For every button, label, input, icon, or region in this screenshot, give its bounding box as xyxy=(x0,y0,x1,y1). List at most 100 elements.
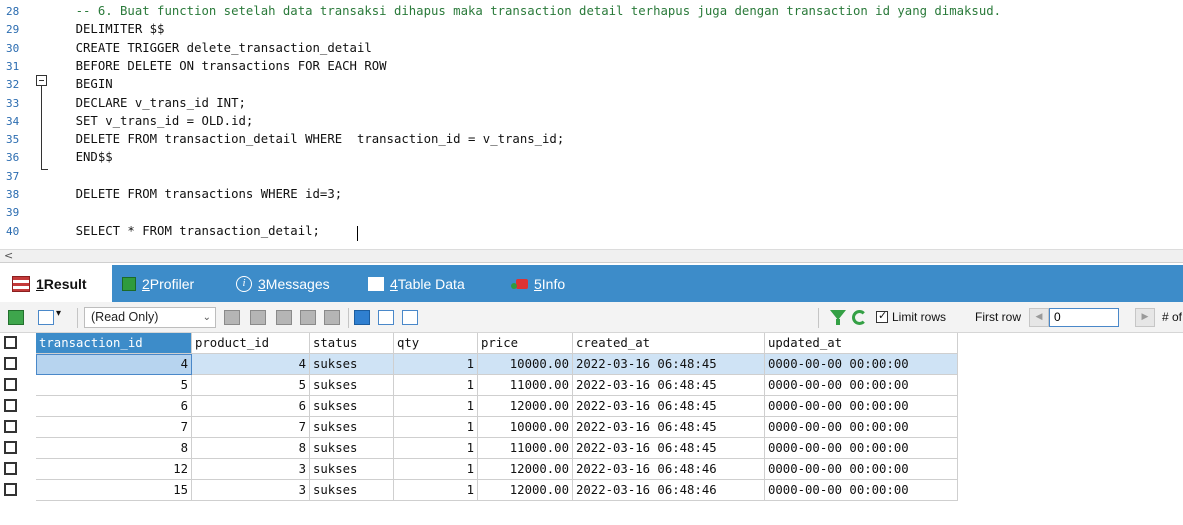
cell-price[interactable]: 11000.00 xyxy=(478,438,573,459)
row-checkbox[interactable] xyxy=(4,462,17,475)
cell-status[interactable]: sukses xyxy=(310,417,394,438)
column-header-product-id[interactable]: product_id xyxy=(192,333,310,354)
cell-status[interactable]: sukses xyxy=(310,375,394,396)
editor-line[interactable]: 32 BEGIN xyxy=(0,76,1183,94)
cell-qty[interactable]: 1 xyxy=(394,459,478,480)
column-header-qty[interactable]: qty xyxy=(394,333,478,354)
editor-line[interactable]: 39 xyxy=(0,204,1183,222)
editor-horizontal-scrollbar[interactable]: < xyxy=(0,249,1183,263)
cell-updated-at[interactable]: 0000-00-00 00:00:00 xyxy=(765,396,958,417)
cell-transaction-id[interactable]: 8 xyxy=(36,438,192,459)
cell-status[interactable]: sukses xyxy=(310,438,394,459)
cell-qty[interactable]: 1 xyxy=(394,438,478,459)
row-checkbox[interactable] xyxy=(4,399,17,412)
cell-status[interactable]: sukses xyxy=(310,480,394,501)
cell-price[interactable]: 12000.00 xyxy=(478,480,573,501)
select-all-checkbox[interactable] xyxy=(4,336,17,349)
cell-price[interactable]: 12000.00 xyxy=(478,396,573,417)
result-mode-select[interactable]: (Read Only) ⌄ xyxy=(84,307,216,328)
first-row-input[interactable]: 0 xyxy=(1049,308,1119,327)
tab-profiler[interactable]: 2 Profiler xyxy=(122,265,194,302)
row-checkbox[interactable] xyxy=(4,378,17,391)
cell-created-at[interactable]: 2022-03-16 06:48:45 xyxy=(573,396,765,417)
cell-qty[interactable]: 1 xyxy=(394,396,478,417)
cell-updated-at[interactable]: 0000-00-00 00:00:00 xyxy=(765,459,958,480)
editor-line[interactable]: 38 DELETE FROM transactions WHERE id=3; xyxy=(0,186,1183,204)
cell-transaction-id[interactable]: 15 xyxy=(36,480,192,501)
cell-product-id[interactable]: 3 xyxy=(192,459,310,480)
cell-price[interactable]: 12000.00 xyxy=(478,459,573,480)
cell-product-id[interactable]: 4 xyxy=(192,354,310,375)
cell-qty[interactable]: 1 xyxy=(394,480,478,501)
row-checkbox[interactable] xyxy=(4,441,17,454)
cell-product-id[interactable]: 7 xyxy=(192,417,310,438)
cell-created-at[interactable]: 2022-03-16 06:48:45 xyxy=(573,375,765,396)
limit-rows-checkbox[interactable] xyxy=(876,309,888,323)
cell-qty[interactable]: 1 xyxy=(394,417,478,438)
duplicate-row-icon[interactable] xyxy=(250,310,266,325)
cell-product-id[interactable]: 8 xyxy=(192,438,310,459)
cell-price[interactable]: 10000.00 xyxy=(478,417,573,438)
cell-product-id[interactable]: 6 xyxy=(192,396,310,417)
editor-line[interactable]: 34 SET v_trans_id = OLD.id; xyxy=(0,113,1183,131)
column-header-updated-at[interactable]: updated_at xyxy=(765,333,958,354)
editor-line[interactable]: 35 DELETE FROM transaction_detail WHERE … xyxy=(0,131,1183,149)
editor-line[interactable]: 28 -- 6. Buat function setelah data tran… xyxy=(0,3,1183,21)
insert-row-icon[interactable] xyxy=(224,310,240,325)
editor-line[interactable]: 30 CREATE TRIGGER delete_transaction_det… xyxy=(0,40,1183,58)
editor-line[interactable]: 40 SELECT * FROM transaction_detail; xyxy=(0,223,1183,241)
cell-status[interactable]: sukses xyxy=(310,459,394,480)
cell-transaction-id[interactable]: 4 xyxy=(36,354,192,375)
export-dropdown-icon[interactable]: ▾ xyxy=(56,308,61,319)
editor-line[interactable]: 31 BEFORE DELETE ON transactions FOR EAC… xyxy=(0,58,1183,76)
form-view-icon[interactable] xyxy=(378,310,394,325)
save-icon[interactable] xyxy=(276,310,292,325)
prev-page-button[interactable]: ◀ xyxy=(1029,308,1049,327)
filter-icon[interactable] xyxy=(830,310,846,325)
row-checkbox[interactable] xyxy=(4,420,17,433)
result-grid[interactable]: transaction_id product_id status qty price cr… xyxy=(0,333,1183,525)
export-icon[interactable] xyxy=(38,310,54,325)
cell-price[interactable]: 10000.00 xyxy=(478,354,573,375)
cell-transaction-id[interactable]: 12 xyxy=(36,459,192,480)
cell-updated-at[interactable]: 0000-00-00 00:00:00 xyxy=(765,354,958,375)
cell-updated-at[interactable]: 0000-00-00 00:00:00 xyxy=(765,480,958,501)
grid-view-icon[interactable] xyxy=(354,310,370,325)
cell-product-id[interactable]: 5 xyxy=(192,375,310,396)
delete-icon[interactable] xyxy=(300,310,316,325)
cell-transaction-id[interactable]: 7 xyxy=(36,417,192,438)
column-header-status[interactable]: status xyxy=(310,333,394,354)
sql-editor[interactable]: 28 -- 6. Buat function setelah data tran… xyxy=(0,0,1183,249)
cell-created-at[interactable]: 2022-03-16 06:48:45 xyxy=(573,354,765,375)
refresh-icon[interactable] xyxy=(852,310,867,325)
cell-created-at[interactable]: 2022-03-16 06:48:46 xyxy=(573,480,765,501)
column-header-price[interactable]: price xyxy=(478,333,573,354)
tab-table-data[interactable]: 4 Table Data xyxy=(368,265,465,302)
cell-transaction-id[interactable]: 5 xyxy=(36,375,192,396)
tab-info[interactable]: 5 Info xyxy=(511,265,565,302)
column-header-created-at[interactable]: created_at xyxy=(573,333,765,354)
cell-price[interactable]: 11000.00 xyxy=(478,375,573,396)
editor-line[interactable]: 37 xyxy=(0,168,1183,186)
cancel-changes-icon[interactable] xyxy=(324,310,340,325)
cell-product-id[interactable]: 3 xyxy=(192,480,310,501)
cell-updated-at[interactable]: 0000-00-00 00:00:00 xyxy=(765,438,958,459)
cell-qty[interactable]: 1 xyxy=(394,354,478,375)
editor-line[interactable]: 36 END$$ xyxy=(0,149,1183,167)
cell-transaction-id[interactable]: 6 xyxy=(36,396,192,417)
editor-line[interactable]: 33 DECLARE v_trans_id INT; xyxy=(0,95,1183,113)
cell-qty[interactable]: 1 xyxy=(394,375,478,396)
next-page-button[interactable]: ▶ xyxy=(1135,308,1155,327)
cell-updated-at[interactable]: 0000-00-00 00:00:00 xyxy=(765,417,958,438)
scroll-left-arrow-icon[interactable]: < xyxy=(4,249,13,262)
cell-updated-at[interactable]: 0000-00-00 00:00:00 xyxy=(765,375,958,396)
cell-status[interactable]: sukses xyxy=(310,396,394,417)
add-row-icon[interactable] xyxy=(8,310,24,325)
row-checkbox[interactable] xyxy=(4,357,17,370)
editor-line[interactable]: 29 DELIMITER $$ xyxy=(0,21,1183,39)
cell-status[interactable]: sukses xyxy=(310,354,394,375)
cell-created-at[interactable]: 2022-03-16 06:48:45 xyxy=(573,417,765,438)
cell-created-at[interactable]: 2022-03-16 06:48:46 xyxy=(573,459,765,480)
column-header-transaction-id[interactable]: transaction_id xyxy=(36,333,192,354)
row-checkbox[interactable] xyxy=(4,483,17,496)
